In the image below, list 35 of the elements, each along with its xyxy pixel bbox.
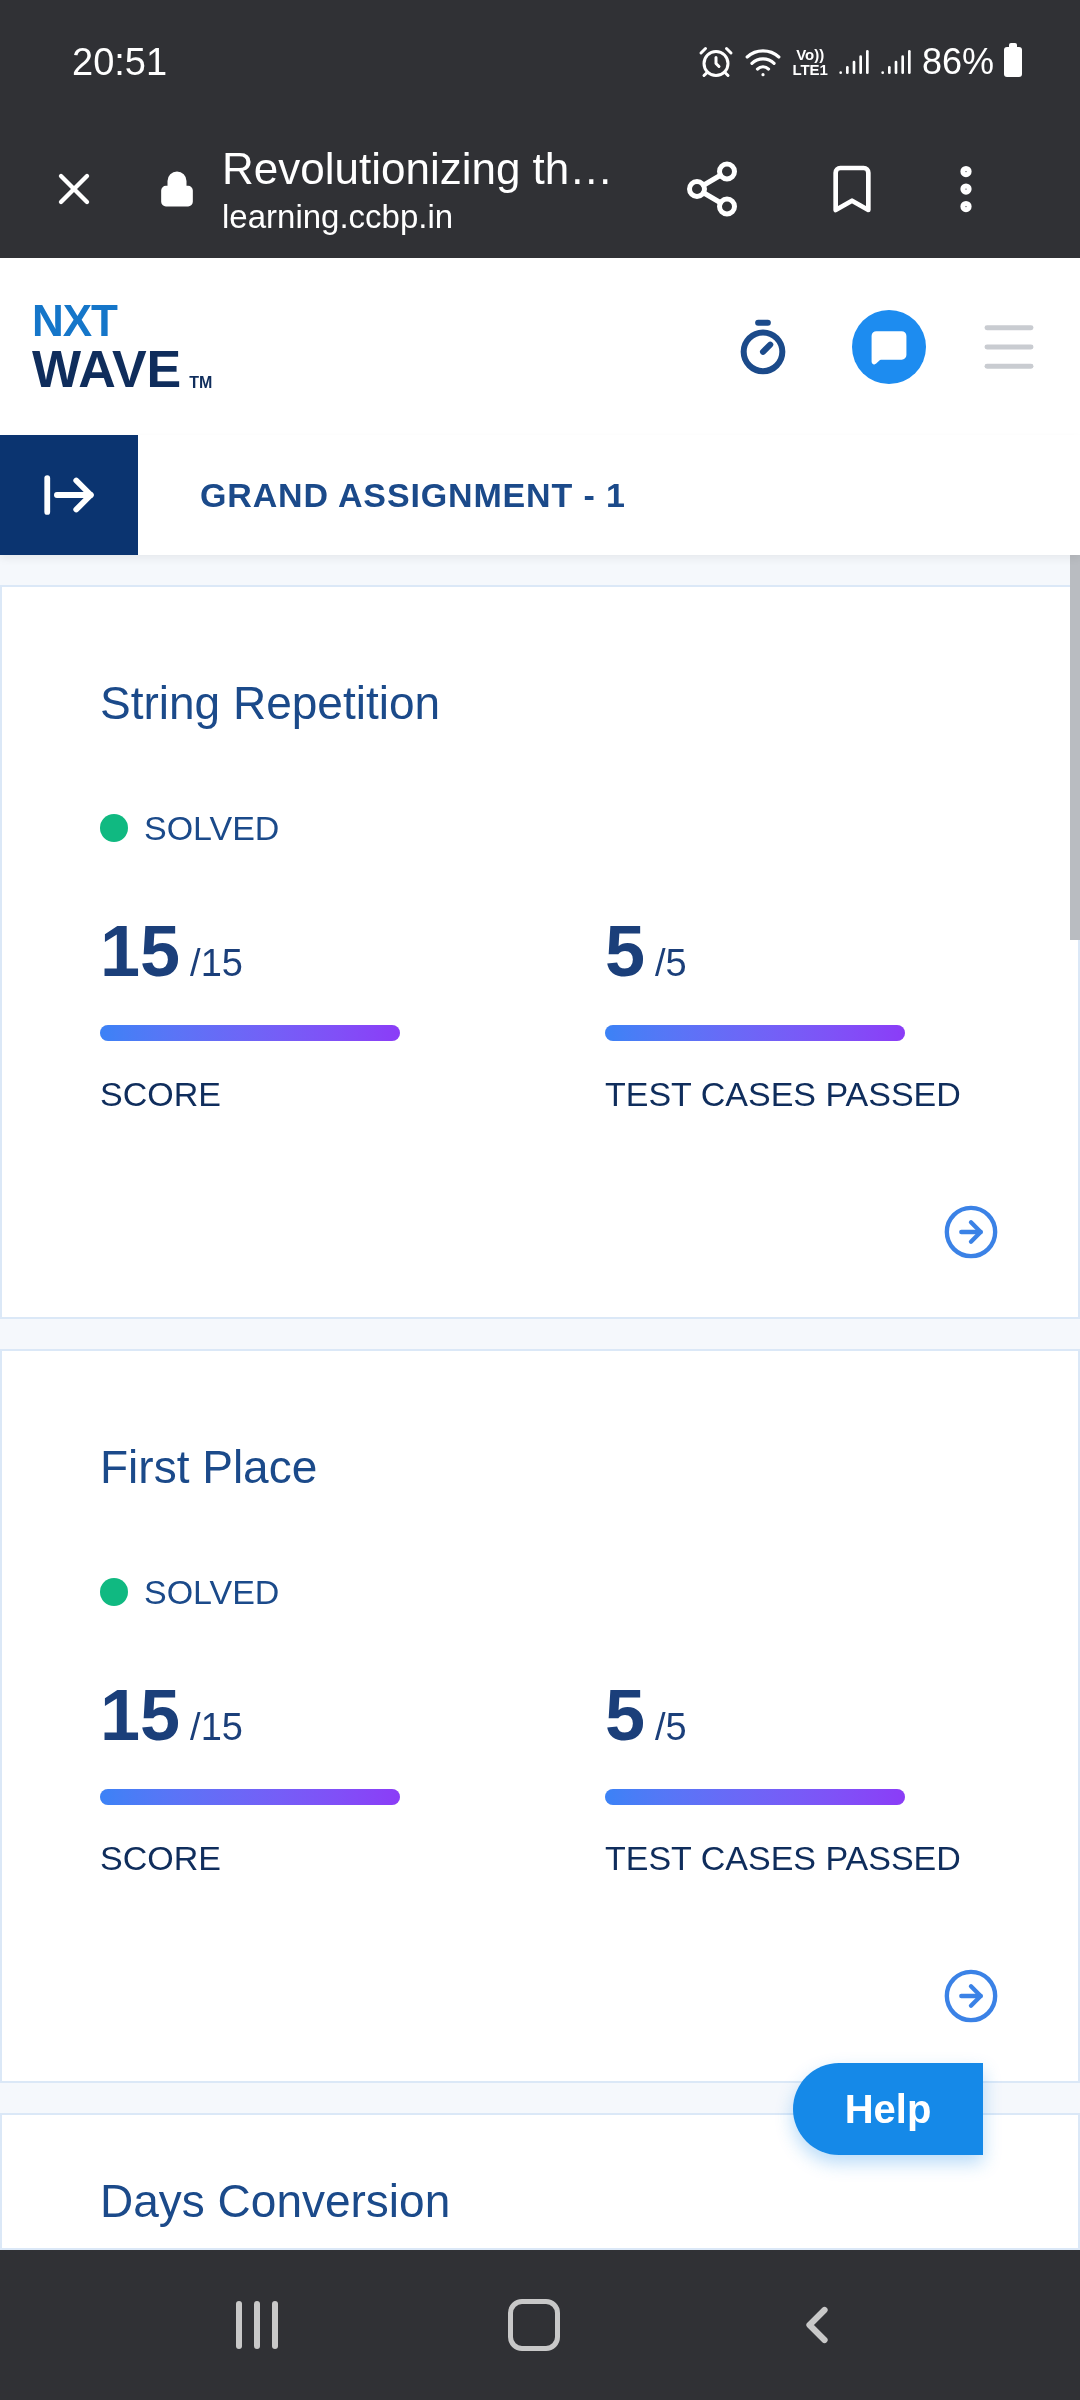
problem-title: String Repetition [100, 676, 442, 731]
network-label: LTE1 [792, 62, 828, 77]
page-title: Revolutionizing th… [222, 142, 615, 195]
sidebar-toggle[interactable] [0, 435, 138, 555]
problem-card[interactable]: String Repetition SOLVED 15/15 SCORE 5/5 TEST CASES PASSED [0, 585, 1080, 1319]
metric-value: 5 [605, 1678, 646, 1751]
problem-title: First Place [100, 1440, 319, 1495]
metric-total: /5 [655, 943, 687, 982]
assignment-title: GRAND ASSIGNMENT - 1 [200, 474, 626, 516]
metric-total: /5 [655, 1707, 687, 1746]
problem-title: Days Conversion [100, 2175, 451, 2228]
status-time: 20:51 [72, 39, 168, 85]
home-icon[interactable] [508, 2299, 560, 2351]
logo-text: WAVE [32, 342, 182, 395]
lock-icon [158, 170, 196, 208]
metric-value: 5 [605, 914, 646, 987]
page-url: learning.ccbp.in [222, 196, 455, 237]
metric-label: TEST CASES PASSED [605, 1076, 962, 1111]
status-label: SOLVED [144, 810, 280, 845]
alarm-icon [698, 44, 735, 80]
problem-card[interactable]: First Place SOLVED 15/15 SCORE 5/5 TEST CASES PASSED [0, 1349, 1080, 2084]
metric-label: TEST CASES PASSED [605, 1840, 962, 1875]
network-label: Vo)) [796, 47, 825, 62]
help-button[interactable]: Help [793, 2063, 983, 2155]
metric-label: SCORE [100, 1840, 222, 1875]
logo-mark: TM [189, 372, 213, 393]
status-label: SOLVED [144, 1574, 280, 1609]
metric-label: SCORE [100, 1076, 222, 1111]
scrollbar[interactable] [1070, 555, 1080, 940]
metric-total: /15 [190, 943, 243, 982]
battery-percent: 86% [921, 40, 994, 84]
metric-value: 15 [100, 914, 181, 987]
metric-value: 15 [100, 1678, 181, 1751]
logo-text: NXT [32, 298, 119, 343]
metric-total: /15 [190, 1707, 243, 1746]
